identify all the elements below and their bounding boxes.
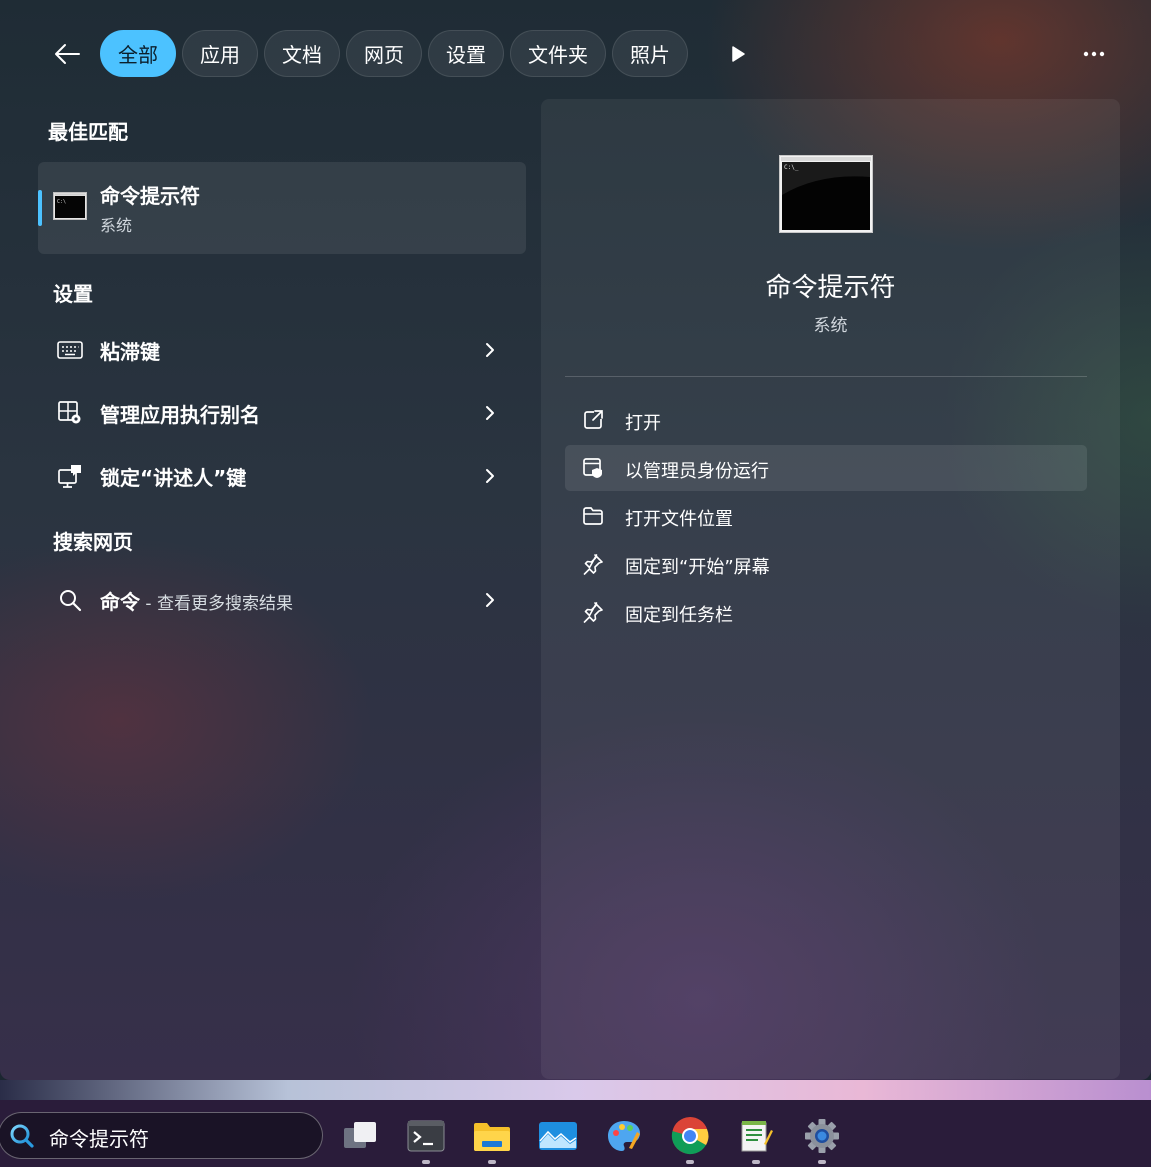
arrow-left-icon xyxy=(55,44,80,64)
running-indicator xyxy=(818,1160,826,1164)
tab-web[interactable]: 网页 xyxy=(346,30,422,77)
chevron-right-icon xyxy=(480,464,500,488)
taskbar-terminal[interactable] xyxy=(404,1114,448,1158)
chrome-icon xyxy=(671,1117,709,1155)
taskbar-file-explorer[interactable] xyxy=(470,1114,514,1158)
action-run-as-admin[interactable]: 以管理员身份运行 xyxy=(565,445,1087,491)
command-prompt-icon: C:\ xyxy=(53,192,87,220)
preview-pane: C:\_ 命令提示符 系统 打开 以管理员身份运行 打开文件位置 固定到“开始”… xyxy=(541,99,1120,1079)
task-view-icon xyxy=(344,1122,376,1148)
tab-settings[interactable]: 设置 xyxy=(428,30,504,77)
selection-indicator xyxy=(38,190,42,226)
action-pin-to-start[interactable]: 固定到“开始”屏幕 xyxy=(565,541,1087,587)
action-label: 打开 xyxy=(625,413,661,434)
taskbar-notepad[interactable] xyxy=(734,1114,778,1158)
action-label: 固定到任务栏 xyxy=(625,605,733,626)
tab-documents[interactable]: 文档 xyxy=(264,30,340,77)
settings-item-sticky-keys[interactable]: 粘滞键 xyxy=(38,322,526,378)
svg-text:C:\: C:\ xyxy=(57,199,66,205)
settings-item-app-execution-alias[interactable]: 管理应用执行别名 xyxy=(38,385,526,441)
svg-text:C:\_: C:\_ xyxy=(784,164,799,171)
tab-all[interactable]: 全部 xyxy=(100,30,176,77)
more-options-button[interactable] xyxy=(1078,40,1110,68)
taskbar-settings[interactable] xyxy=(800,1114,844,1158)
tab-apps[interactable]: 应用 xyxy=(182,30,258,77)
taskbar-task-view[interactable] xyxy=(338,1114,382,1158)
web-search-label: 命令 - 查看更多搜索结果 xyxy=(100,586,293,615)
keyboard-icon xyxy=(56,336,84,364)
settings-item-label: 管理应用执行别名 xyxy=(100,403,260,427)
action-label: 固定到“开始”屏幕 xyxy=(625,557,770,578)
play-icon xyxy=(732,46,745,62)
web-search-heading: 搜索网页 xyxy=(53,530,133,554)
terminal-icon xyxy=(407,1120,445,1152)
desktop-wallpaper-strip xyxy=(0,1080,1151,1102)
search-icon xyxy=(10,1124,34,1148)
shield-run-icon xyxy=(581,456,605,480)
chevron-right-icon xyxy=(480,401,500,425)
best-match-type: 系统 xyxy=(100,216,133,235)
running-indicator xyxy=(752,1160,760,1164)
folder-icon xyxy=(474,1123,510,1151)
folder-icon xyxy=(581,504,605,528)
running-indicator xyxy=(488,1160,496,1164)
tab-photos[interactable]: 照片 xyxy=(612,30,688,77)
app-alias-icon xyxy=(56,399,84,427)
palette-icon xyxy=(608,1121,640,1151)
taskbar-search-box[interactable]: 命令提示符 xyxy=(0,1112,323,1159)
action-label: 以管理员身份运行 xyxy=(625,461,769,482)
back-button[interactable] xyxy=(46,34,88,74)
taskbar-chrome[interactable] xyxy=(668,1114,712,1158)
action-label: 打开文件位置 xyxy=(625,509,733,530)
taskbar: 命令提示符 xyxy=(0,1100,1151,1167)
action-open-file-location[interactable]: 打开文件位置 xyxy=(565,493,1087,539)
search-icon xyxy=(56,586,84,614)
web-search-query: 命令 xyxy=(100,590,140,614)
web-search-suffix: - 查看更多搜索结果 xyxy=(140,594,293,614)
pin-icon xyxy=(581,600,605,624)
settings-item-label: 锁定“讲述人”键 xyxy=(100,466,247,490)
search-flyout: 全部 应用 文档 网页 设置 文件夹 照片 最佳匹配 C:\ 命令提示符 系统 … xyxy=(0,0,1151,1080)
best-match-result[interactable]: C:\ 命令提示符 系统 xyxy=(38,162,526,254)
command-prompt-large-icon: C:\_ xyxy=(779,155,873,233)
open-external-icon xyxy=(581,408,605,432)
chevron-right-icon xyxy=(480,338,500,362)
best-match-name: 命令提示符 xyxy=(100,184,200,208)
taskbar-paint[interactable] xyxy=(602,1114,646,1158)
tab-folders[interactable]: 文件夹 xyxy=(510,30,606,77)
chevron-right-icon xyxy=(480,588,500,612)
preview-app-name: 命令提示符 xyxy=(765,273,896,303)
gear-icon xyxy=(805,1119,839,1153)
ellipsis-icon xyxy=(1083,51,1105,57)
preview-app-type: 系统 xyxy=(813,316,848,336)
settings-item-narrator-key[interactable]: 锁定“讲述人”键 xyxy=(38,448,526,504)
settings-heading: 设置 xyxy=(53,282,93,306)
running-indicator xyxy=(686,1160,694,1164)
more-filters-button[interactable] xyxy=(724,40,752,68)
taskbar-photos[interactable] xyxy=(536,1114,580,1158)
action-open[interactable]: 打开 xyxy=(565,397,1087,443)
settings-item-label: 粘滞键 xyxy=(100,340,160,364)
best-match-heading: 最佳匹配 xyxy=(48,120,128,144)
divider xyxy=(565,376,1087,377)
notepad-icon xyxy=(741,1121,773,1152)
pin-icon xyxy=(581,552,605,576)
running-indicator xyxy=(422,1160,430,1164)
filter-tabs: 全部 应用 文档 网页 设置 文件夹 照片 xyxy=(100,30,688,77)
narrator-lock-icon xyxy=(56,462,84,490)
action-pin-to-taskbar[interactable]: 固定到任务栏 xyxy=(565,589,1087,635)
taskbar-search-text: 命令提示符 xyxy=(49,1127,149,1151)
web-search-result[interactable]: 命令 - 查看更多搜索结果 xyxy=(38,572,526,628)
photos-icon xyxy=(539,1122,577,1150)
